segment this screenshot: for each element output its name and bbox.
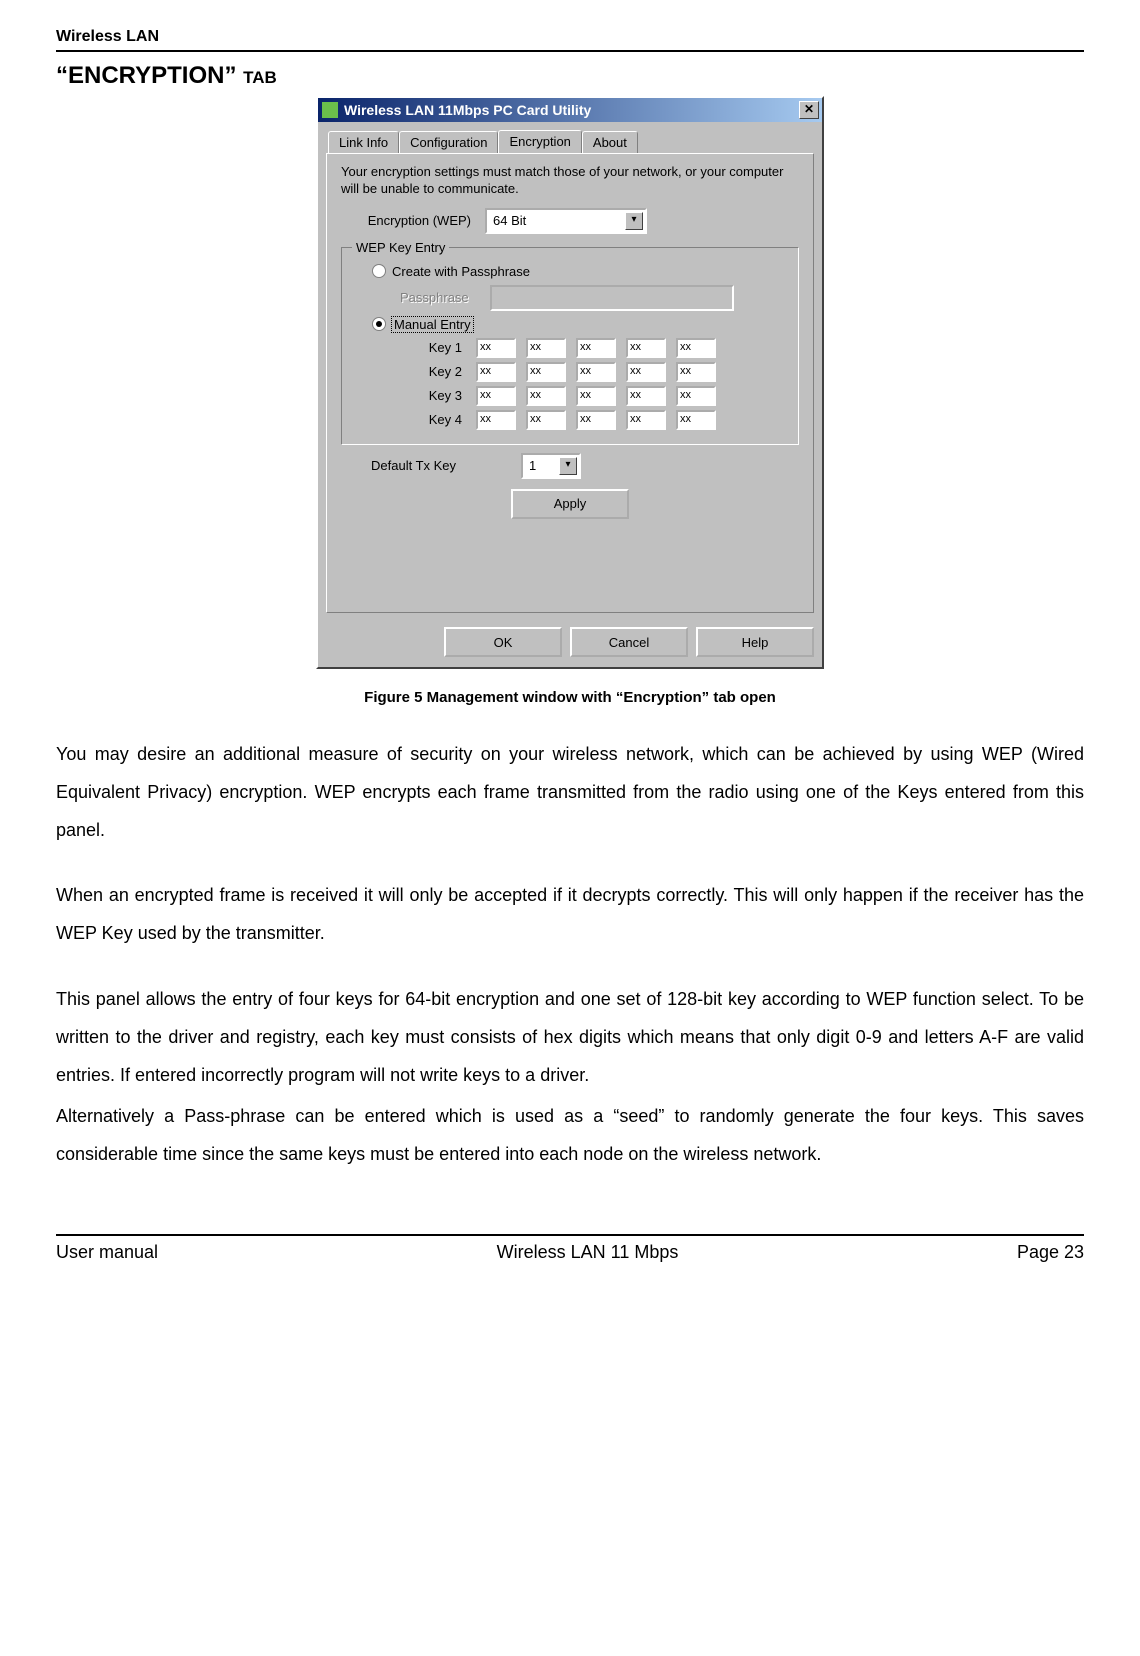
wep-label: Encryption (WEP) bbox=[341, 213, 485, 228]
paragraph-3: This panel allows the entry of four keys… bbox=[56, 981, 1084, 1094]
key4-cell-4[interactable]: xx bbox=[676, 410, 716, 430]
default-tx-label: Default Tx Key bbox=[371, 458, 521, 473]
key3-label: Key 3 bbox=[392, 388, 476, 403]
key-row-3: Key 3 xx xx xx xx xx bbox=[392, 386, 788, 406]
apply-button[interactable]: Apply bbox=[511, 489, 629, 519]
key2-cell-3[interactable]: xx bbox=[626, 362, 666, 382]
key2-cell-4[interactable]: xx bbox=[676, 362, 716, 382]
tab-panel: Your encryption settings must match thos… bbox=[326, 153, 814, 613]
key4-cell-1[interactable]: xx bbox=[526, 410, 566, 430]
wep-dropdown[interactable]: 64 Bit ▾ bbox=[485, 208, 647, 234]
ok-button[interactable]: OK bbox=[444, 627, 562, 657]
key4-label: Key 4 bbox=[392, 412, 476, 427]
key3-cell-1[interactable]: xx bbox=[526, 386, 566, 406]
key3-cell-3[interactable]: xx bbox=[626, 386, 666, 406]
key1-cell-3[interactable]: xx bbox=[626, 338, 666, 358]
key4-cell-0[interactable]: xx bbox=[476, 410, 516, 430]
key1-label: Key 1 bbox=[392, 340, 476, 355]
page-footer: User manual Wireless LAN 11 Mbps Page 23 bbox=[56, 1236, 1084, 1263]
tab-link-info[interactable]: Link Info bbox=[328, 131, 399, 154]
footer-right: Page 23 bbox=[1017, 1242, 1084, 1263]
passphrase-input bbox=[490, 285, 734, 311]
radio-manual[interactable] bbox=[372, 317, 386, 331]
chevron-down-icon: ▾ bbox=[559, 457, 577, 475]
key3-cell-0[interactable]: xx bbox=[476, 386, 516, 406]
key1-cell-1[interactable]: xx bbox=[526, 338, 566, 358]
radio-passphrase[interactable] bbox=[372, 264, 386, 278]
section-title: “ENCRYPTION” tab bbox=[56, 62, 1084, 90]
key3-cell-2[interactable]: xx bbox=[576, 386, 616, 406]
key2-cell-2[interactable]: xx bbox=[576, 362, 616, 382]
tab-strip: Link Info Configuration Encryption About bbox=[326, 130, 814, 153]
default-tx-dropdown[interactable]: 1 ▾ bbox=[521, 453, 581, 479]
cancel-button[interactable]: Cancel bbox=[570, 627, 688, 657]
chevron-down-icon: ▾ bbox=[625, 212, 643, 230]
close-icon[interactable]: ✕ bbox=[799, 101, 819, 119]
key3-cell-4[interactable]: xx bbox=[676, 386, 716, 406]
key2-cell-1[interactable]: xx bbox=[526, 362, 566, 382]
radio-passphrase-label: Create with Passphrase bbox=[392, 264, 530, 279]
passphrase-label: Passphrase bbox=[400, 290, 490, 305]
paragraph-1: You may desire an additional measure of … bbox=[56, 736, 1084, 849]
page-header: Wireless LAN bbox=[56, 28, 1084, 52]
key2-cell-0[interactable]: xx bbox=[476, 362, 516, 382]
paragraph-4: Alternatively a Pass-phrase can be enter… bbox=[56, 1098, 1084, 1174]
default-tx-value: 1 bbox=[529, 458, 536, 473]
group-legend: WEP Key Entry bbox=[352, 240, 449, 255]
key-row-4: Key 4 xx xx xx xx xx bbox=[392, 410, 788, 430]
encryption-dialog: Wireless LAN 11Mbps PC Card Utility ✕ Li… bbox=[316, 96, 824, 669]
intro-text: Your encryption settings must match thos… bbox=[341, 164, 799, 198]
key1-cell-4[interactable]: xx bbox=[676, 338, 716, 358]
tab-encryption[interactable]: Encryption bbox=[498, 130, 581, 153]
tab-about[interactable]: About bbox=[582, 131, 638, 154]
figure-caption: Figure 5 Management window with “Encrypt… bbox=[56, 689, 1084, 706]
wep-value: 64 Bit bbox=[493, 213, 526, 228]
tab-configuration[interactable]: Configuration bbox=[399, 131, 498, 154]
footer-center: Wireless LAN 11 Mbps bbox=[497, 1242, 679, 1263]
key2-label: Key 2 bbox=[392, 364, 476, 379]
key4-cell-2[interactable]: xx bbox=[576, 410, 616, 430]
key-row-1: Key 1 xx xx xx xx xx bbox=[392, 338, 788, 358]
key1-cell-2[interactable]: xx bbox=[576, 338, 616, 358]
footer-left: User manual bbox=[56, 1242, 158, 1263]
paragraph-2: When an encrypted frame is received it w… bbox=[56, 877, 1084, 953]
key4-cell-3[interactable]: xx bbox=[626, 410, 666, 430]
radio-manual-label: Manual Entry bbox=[392, 317, 473, 332]
window-title: Wireless LAN 11Mbps PC Card Utility bbox=[344, 102, 799, 118]
help-button[interactable]: Help bbox=[696, 627, 814, 657]
app-icon bbox=[322, 102, 338, 118]
key-row-2: Key 2 xx xx xx xx xx bbox=[392, 362, 788, 382]
wep-key-entry-group: WEP Key Entry Create with Passphrase Pas… bbox=[341, 240, 799, 445]
key1-cell-0[interactable]: xx bbox=[476, 338, 516, 358]
titlebar: Wireless LAN 11Mbps PC Card Utility ✕ bbox=[318, 98, 822, 122]
